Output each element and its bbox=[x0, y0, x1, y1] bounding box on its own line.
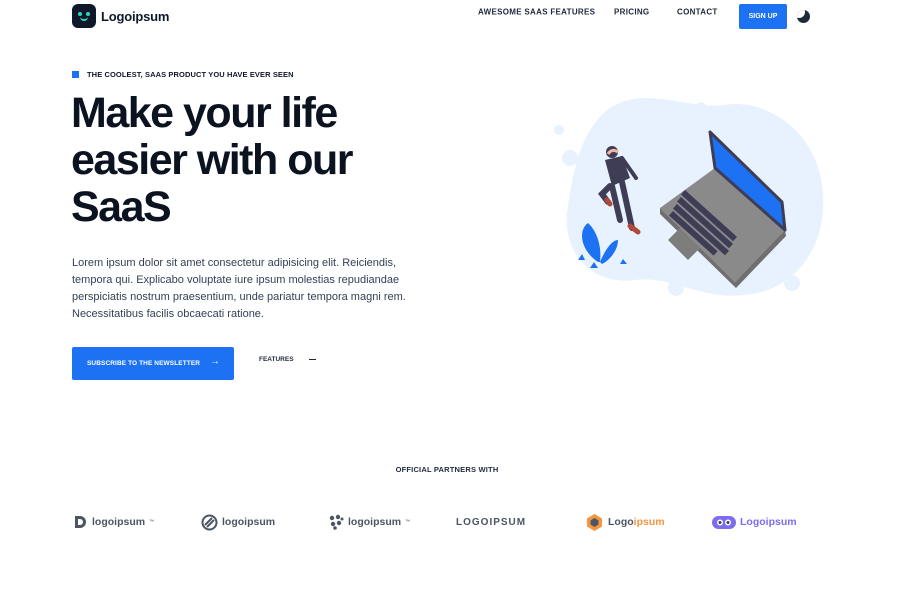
subscribe-newsletter-button[interactable]: SUBSCRIBE TO THE NEWSLETTER → bbox=[72, 347, 234, 380]
features-link[interactable]: FEATURES bbox=[259, 356, 316, 363]
partner-name-1: logoipsum bbox=[92, 516, 146, 528]
headline-line-1: Make your life bbox=[71, 89, 338, 137]
partner-logo-5[interactable]: Logo ipsum bbox=[585, 512, 665, 532]
hero-headline: Make your life easier with our SaaS bbox=[71, 90, 471, 231]
signup-button[interactable]: SIGN UP bbox=[739, 4, 787, 29]
partner-name-5a: Logo bbox=[608, 516, 634, 528]
logo-face-icon bbox=[72, 4, 96, 28]
nav-link-contact[interactable]: CONTACT bbox=[677, 8, 718, 17]
partner-logo-3[interactable]: logoipsum ™ bbox=[328, 512, 410, 532]
partner-name-4: LOGOIPSUM bbox=[456, 516, 527, 528]
brand-logo[interactable]: Logoipsum bbox=[72, 4, 169, 28]
partner-mark-3-icon bbox=[329, 514, 344, 530]
partner-name-5b: ipsum bbox=[633, 516, 665, 528]
partner-name-2: logoipsum bbox=[222, 516, 276, 528]
nav-link-pricing[interactable]: PRICING bbox=[614, 8, 649, 17]
partner-mark-1-icon bbox=[75, 516, 86, 528]
partner-logo-6[interactable]: Logoipsum bbox=[712, 512, 797, 532]
nav-link-features[interactable]: AWESOME SAAS FEATURES bbox=[478, 8, 595, 17]
hero-eyebrow: THE COOLEST, SAAS PRODUCT YOU HAVE EVER … bbox=[72, 70, 294, 79]
arrow-right-icon: → bbox=[209, 356, 220, 367]
moon-icon[interactable] bbox=[797, 10, 810, 23]
hero-lead: Lorem ipsum dolor sit amet consectetur a… bbox=[72, 257, 406, 320]
partner-mark-5-icon bbox=[587, 513, 602, 531]
partner-logo-1[interactable]: logoipsum ™ bbox=[72, 512, 154, 532]
eyebrow-square-icon bbox=[72, 71, 79, 78]
hero-illustration bbox=[554, 98, 824, 296]
partner-name-3: logoipsum bbox=[348, 516, 402, 528]
features-label: FEATURES bbox=[259, 356, 294, 363]
headline-line-2: easier with our bbox=[71, 136, 353, 184]
brand-name: Logoipsum bbox=[101, 8, 170, 24]
partner-name-6: Logoipsum bbox=[740, 516, 797, 528]
partner-logo-4[interactable]: LOGOIPSUM bbox=[456, 512, 526, 532]
partners-heading: OFFICIAL PARTNERS WITH bbox=[395, 465, 499, 474]
partner-mark-1: ™ bbox=[149, 519, 155, 525]
partner-logo-2[interactable]: logoipsum bbox=[201, 512, 275, 532]
subscribe-label: SUBSCRIBE TO THE NEWSLETTER bbox=[87, 360, 201, 367]
headline-line-3: SaaS bbox=[71, 183, 172, 231]
partner-mark-6-icon bbox=[712, 515, 736, 529]
partner-mark-3: ™ bbox=[405, 519, 411, 525]
dash-icon bbox=[308, 358, 316, 361]
top-nav: Logoipsum AWESOME SAAS FEATURES PRICING … bbox=[0, 0, 900, 36]
eyebrow-text: THE COOLEST, SAAS PRODUCT YOU HAVE EVER … bbox=[87, 70, 294, 79]
partner-mark-2-icon bbox=[201, 514, 218, 530]
